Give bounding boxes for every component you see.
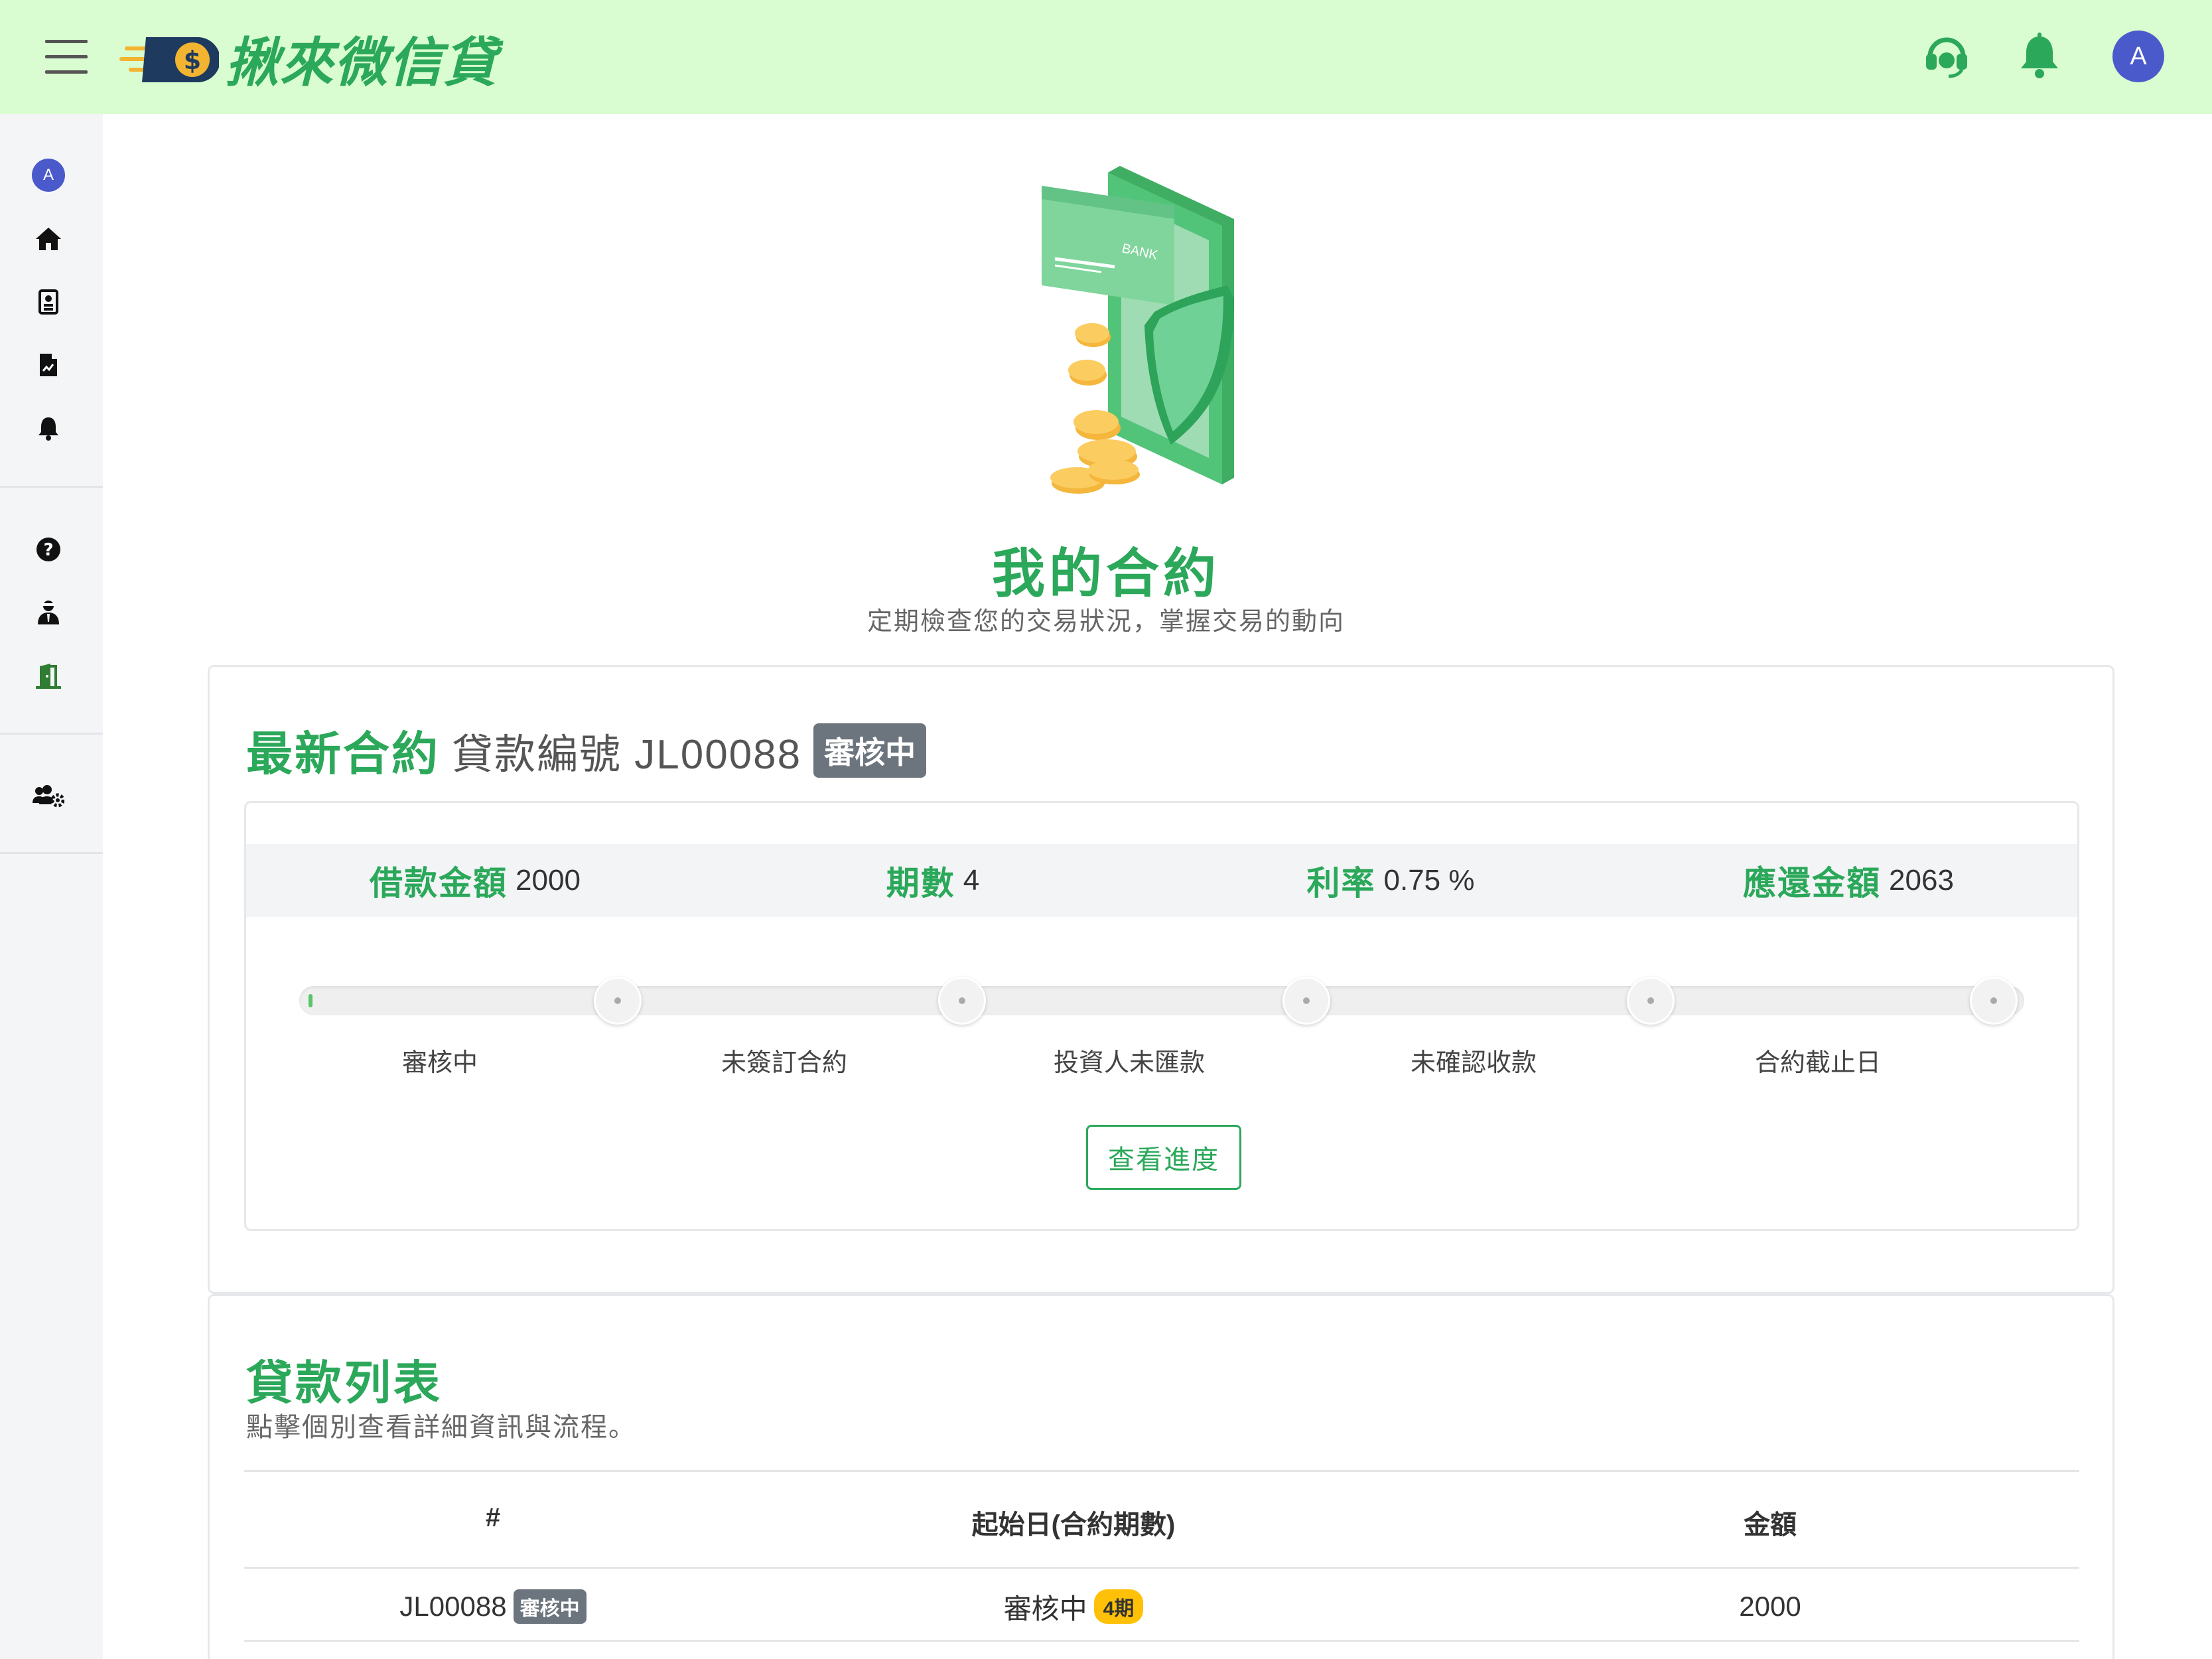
bell-icon: [38, 417, 58, 441]
column-header-start: 起始日(合約期數): [971, 1510, 1176, 1540]
row-loan-id: JL00088 審核中: [344, 1584, 642, 1629]
svg-text:$: $: [184, 46, 201, 75]
latest-contract-header: 最新合約 貸款編號 JL00088 審核中: [246, 717, 927, 784]
sidebar-item-team[interactable]: [29, 775, 68, 815]
step-label: 審核中: [401, 1049, 478, 1077]
sidebar-item-home[interactable]: [29, 219, 68, 259]
step-label: 合約截止日: [1754, 1049, 1881, 1077]
latest-contract-title: 最新合約: [246, 728, 440, 780]
brand-logo[interactable]: $ 揪來微信貸: [119, 27, 498, 94]
progress-fill: [309, 994, 312, 1007]
sidebar-item-profile[interactable]: [29, 282, 68, 322]
latest-contract-card: 最新合約 貸款編號 JL00088 審核中 借款金額 2000 期數 4 利率 …: [208, 665, 2114, 1294]
column-header-amount: 金額: [1744, 1510, 1797, 1540]
loan-list-subtitle: 點擊個別查看詳細資訊與流程。: [246, 1413, 636, 1442]
top-navbar: $ 揪來微信貸 A: [0, 0, 2212, 114]
progress-step-dot: [594, 977, 642, 1025]
sidebar-divider: [0, 852, 103, 854]
row-start-date: 審核中 4期: [908, 1584, 1239, 1629]
row-amount: 2000: [1739, 1591, 1801, 1622]
stat-repay-amount: 應還金額 2063: [1620, 844, 2077, 917]
avatar: A: [32, 159, 65, 192]
stat-label: 期數: [886, 865, 955, 902]
progress-step-dot: [938, 977, 986, 1025]
notification-bell-icon[interactable]: [2012, 28, 2067, 84]
view-progress-button[interactable]: 查看進度: [1086, 1125, 1241, 1190]
logo-mark-icon: $: [119, 27, 220, 90]
stat-loan-amount: 借款金額 2000: [246, 844, 704, 917]
column-header-id: #: [485, 1503, 501, 1532]
loan-list-card: 貸款列表 點擊個別查看詳細資訊與流程。 # 起始日(合約期數) 金額 JL000…: [208, 1294, 2114, 1659]
contract-stats-row: 借款金額 2000 期數 4 利率 0.75 % 應還金額 2063: [246, 844, 2077, 917]
loan-list-title: 貸款列表: [246, 1357, 443, 1409]
customer-service-icon[interactable]: [1919, 28, 1974, 84]
step-label: 未確認收款: [1410, 1049, 1537, 1077]
stat-value: 0.75 %: [1383, 864, 1475, 897]
step-label: 未簽訂合約: [721, 1049, 847, 1077]
stat-label: 應還金額: [1743, 865, 1882, 902]
stat-value: 4: [963, 864, 980, 897]
table-divider: [244, 1470, 2079, 1472]
stat-periods: 期數 4: [704, 844, 1162, 917]
loan-number: 貸款編號 JL00088: [452, 731, 802, 778]
start-date-text: 審核中: [1003, 1593, 1087, 1624]
period-badge: 4期: [1093, 1589, 1144, 1624]
progress-track: [299, 986, 2024, 1015]
status-badge: 審核中: [813, 723, 927, 778]
page-subtitle: 定期檢查您的交易狀況，掌握交易的動向: [866, 608, 1345, 636]
step-label: 投資人未匯款: [1053, 1049, 1205, 1077]
page-title: 我的合約: [992, 544, 1220, 603]
sidebar: A ?: [0, 114, 103, 1659]
door-exit-icon: [36, 664, 61, 689]
progress-step-dot: [1627, 977, 1675, 1025]
id-card-icon: [38, 289, 58, 315]
logo-text: 揪來微信貸: [226, 32, 498, 94]
stat-value: 2063: [1889, 864, 1954, 897]
hamburger-menu-icon[interactable]: [45, 40, 88, 74]
user-avatar[interactable]: A: [2112, 31, 2164, 82]
users-cog-icon: [33, 785, 64, 808]
table-divider: [244, 1640, 2079, 1642]
sidebar-divider: [0, 486, 103, 488]
stat-value: 2000: [516, 864, 581, 897]
home-icon: [36, 228, 61, 250]
stat-interest-rate: 利率 0.75 %: [1162, 844, 1620, 917]
sidebar-item-contracts[interactable]: [29, 345, 68, 385]
sidebar-item-notifications[interactable]: [29, 408, 68, 448]
file-icon: [40, 354, 57, 376]
contract-illustration: BANK: [1035, 159, 1247, 511]
progress-step-dot: [1970, 977, 2018, 1025]
stat-label: 借款金額: [370, 865, 508, 902]
table-divider: [244, 1567, 2079, 1569]
status-badge: 審核中: [513, 1589, 587, 1624]
loan-id-text: JL00088: [399, 1591, 507, 1622]
contract-summary-panel: 借款金額 2000 期數 4 利率 0.75 % 應還金額 2063 審核中 未…: [244, 801, 2079, 1231]
sidebar-avatar[interactable]: A: [29, 155, 68, 195]
sidebar-item-logout[interactable]: [29, 656, 68, 695]
progress-step-dot: [1282, 977, 1330, 1025]
stat-label: 利率: [1306, 865, 1376, 902]
sidebar-divider: [0, 733, 103, 735]
